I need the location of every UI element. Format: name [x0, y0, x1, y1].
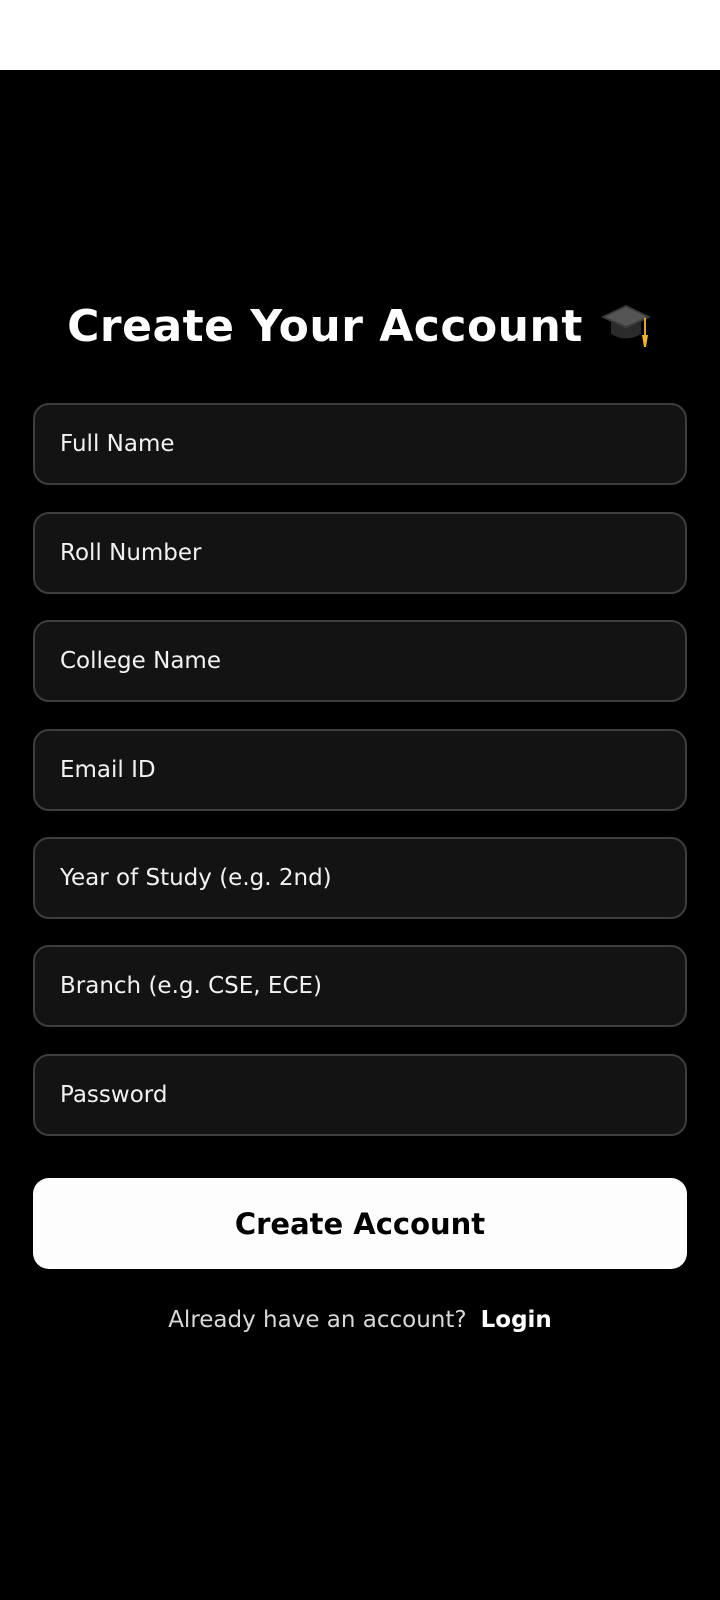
year-of-study-input[interactable]: Year of Study (e.g. 2nd)	[33, 837, 687, 919]
branch-input[interactable]: Branch (e.g. CSE, ECE)	[33, 945, 687, 1027]
college-name-input[interactable]: College Name	[33, 620, 687, 702]
title-row: Create Your Account	[0, 296, 720, 356]
login-link[interactable]: Login	[481, 1307, 552, 1333]
login-prompt-text: Already have an account?	[168, 1307, 467, 1333]
graduation-cap-icon	[599, 301, 653, 351]
email-input[interactable]: Email ID	[33, 729, 687, 811]
full-name-input[interactable]: Full Name	[33, 403, 687, 485]
status-bar	[0, 0, 720, 70]
password-input[interactable]: Password	[33, 1054, 687, 1136]
login-prompt-row: Already have an account? Login	[0, 1300, 720, 1340]
page-title: Create Your Account	[67, 300, 583, 352]
roll-number-input[interactable]: Roll Number	[33, 512, 687, 594]
create-account-button[interactable]: Create Account	[33, 1178, 687, 1269]
